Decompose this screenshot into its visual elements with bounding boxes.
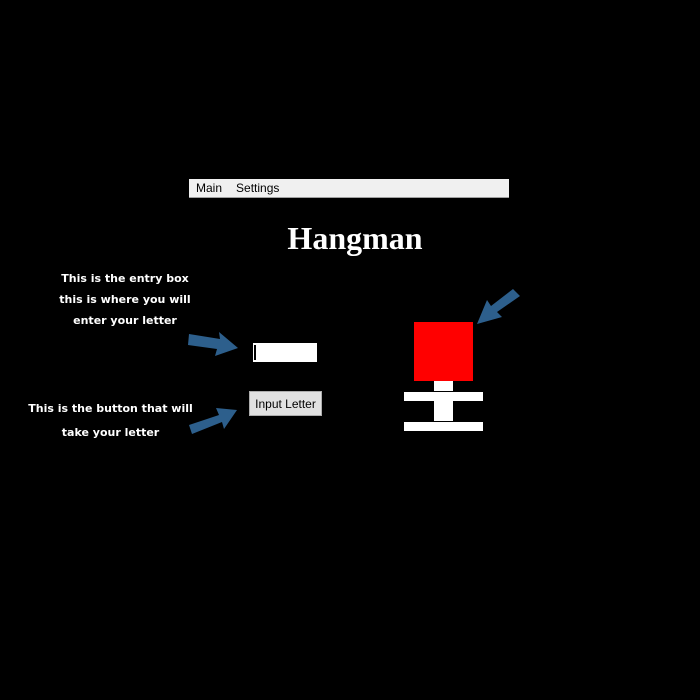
button-annotation: This is the button that will take your l… [28, 397, 193, 445]
menu-bar: Main Settings [189, 179, 509, 198]
text-caret [254, 345, 256, 360]
annotation-line: this is where you will [59, 293, 191, 306]
arrow-right-icon [189, 408, 237, 434]
hangman-arms [404, 392, 483, 401]
arrow-right-icon [188, 332, 238, 356]
menu-item-settings[interactable]: Settings [229, 181, 286, 195]
annotation-line: This is the entry box [61, 272, 189, 285]
menu-item-main[interactable]: Main [189, 181, 229, 195]
page-title: Hangman [287, 220, 423, 256]
entry-box-annotation: This is the entry box this is where you … [40, 268, 210, 331]
input-letter-button[interactable]: Input Letter [249, 391, 322, 416]
annotation-line: This is the button that will [28, 402, 193, 415]
annotation-line: enter your letter [73, 314, 177, 327]
hangman-head [414, 322, 473, 381]
letter-entry-field[interactable] [253, 343, 317, 362]
hangman-body [434, 401, 453, 421]
hangman-base [404, 422, 483, 431]
annotation-line: take your letter [61, 426, 160, 439]
arrow-down-left-icon [477, 289, 520, 324]
hangman-neck [434, 381, 453, 391]
